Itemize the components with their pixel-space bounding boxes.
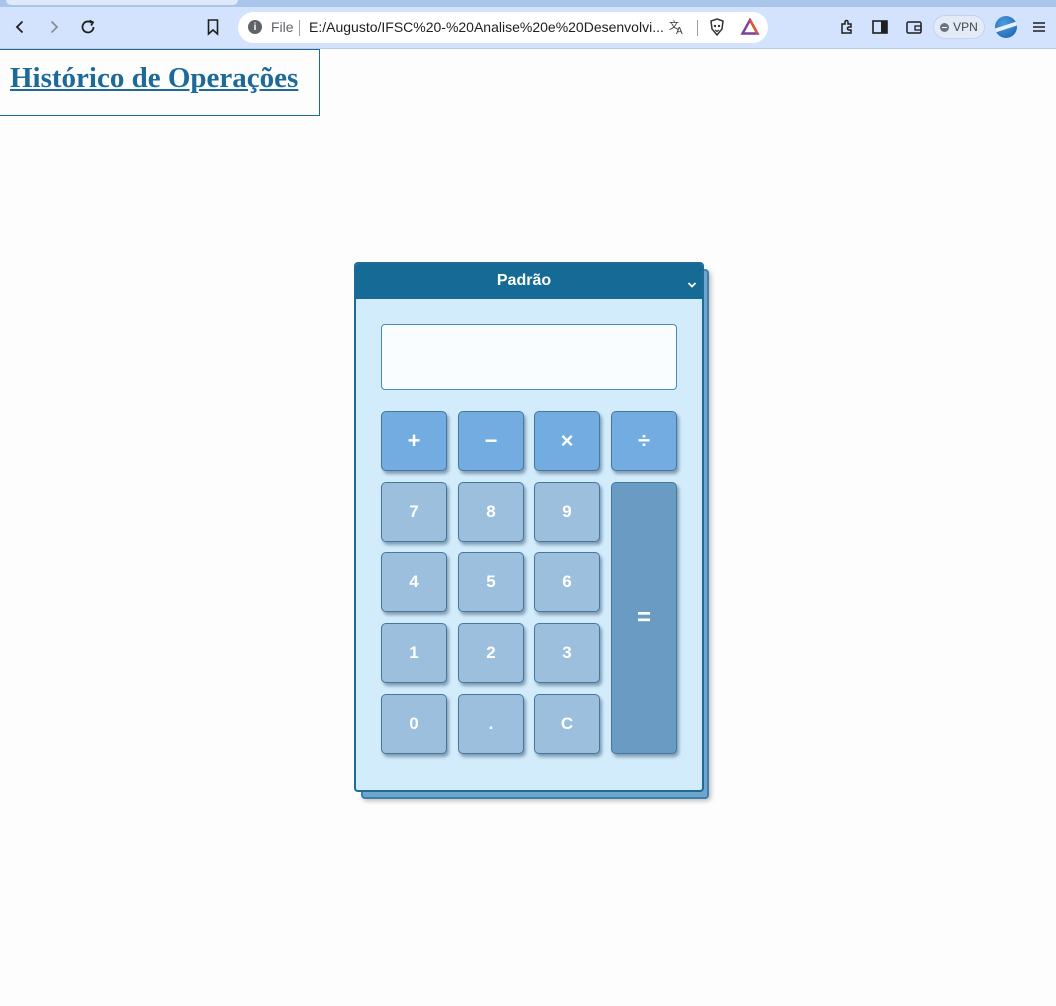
menu-icon[interactable] bbox=[1027, 15, 1051, 39]
svg-text:A: A bbox=[676, 26, 683, 36]
divide-button[interactable]: ÷ bbox=[611, 411, 677, 471]
history-link[interactable]: Histórico de Operações bbox=[10, 62, 298, 95]
address-scheme: File bbox=[271, 19, 294, 35]
digit-0-button[interactable]: 0 bbox=[381, 694, 447, 754]
vpn-status-icon bbox=[940, 22, 950, 32]
clear-button[interactable]: C bbox=[534, 694, 600, 754]
wallet-icon[interactable] bbox=[902, 15, 926, 39]
bookmark-icon[interactable] bbox=[201, 15, 225, 39]
digit-7-button[interactable]: 7 bbox=[381, 482, 447, 542]
brave-rewards-icon[interactable] bbox=[740, 17, 760, 42]
address-divider-2 bbox=[697, 20, 698, 36]
translate-icon[interactable]: 文A bbox=[668, 18, 686, 41]
forward-icon[interactable] bbox=[42, 15, 66, 39]
digit-8-button[interactable]: 8 bbox=[458, 482, 524, 542]
digit-1-button[interactable]: 1 bbox=[381, 623, 447, 683]
browser-tab[interactable] bbox=[6, 0, 238, 5]
chevron-down-icon[interactable] bbox=[687, 276, 697, 294]
digit-9-button[interactable]: 9 bbox=[534, 482, 600, 542]
back-icon[interactable] bbox=[8, 15, 32, 39]
subtract-button[interactable]: − bbox=[458, 411, 524, 471]
mode-label: Padrão bbox=[496, 272, 552, 289]
digit-4-button[interactable]: 4 bbox=[381, 552, 447, 612]
calculator-display[interactable] bbox=[381, 324, 677, 390]
vpn-button[interactable]: VPN bbox=[933, 15, 985, 39]
equals-button[interactable]: = bbox=[611, 482, 677, 754]
site-info-icon[interactable]: i bbox=[248, 20, 262, 34]
browser-tab-strip bbox=[0, 0, 1056, 7]
sidebar-icon[interactable] bbox=[868, 15, 892, 39]
address-bar[interactable]: i File E:/Augusto/IFSC%20-%20Analise%20e… bbox=[238, 12, 768, 43]
reload-icon[interactable] bbox=[76, 15, 100, 39]
calculator: Padrão + − × ÷ 7 8 9 4 5 6 1 2 3 0 . C = bbox=[354, 262, 704, 792]
extensions-icon[interactable] bbox=[835, 15, 859, 39]
mode-selector[interactable]: Padrão bbox=[356, 264, 702, 299]
address-divider bbox=[299, 20, 300, 36]
address-url[interactable]: E:/Augusto/IFSC%20-%20Analise%20e%20Dese… bbox=[309, 19, 664, 35]
multiply-button[interactable]: × bbox=[534, 411, 600, 471]
browser-toolbar: i File E:/Augusto/IFSC%20-%20Analise%20e… bbox=[0, 7, 1056, 49]
digit-3-button[interactable]: 3 bbox=[534, 623, 600, 683]
add-button[interactable]: + bbox=[381, 411, 447, 471]
digit-2-button[interactable]: 2 bbox=[458, 623, 524, 683]
digit-5-button[interactable]: 5 bbox=[458, 552, 524, 612]
history-container: Histórico de Operações bbox=[0, 49, 320, 116]
vpn-label: VPN bbox=[953, 20, 978, 34]
digit-6-button[interactable]: 6 bbox=[534, 552, 600, 612]
profile-avatar[interactable] bbox=[995, 16, 1017, 38]
brave-shields-icon[interactable] bbox=[707, 17, 727, 42]
decimal-button[interactable]: . bbox=[458, 694, 524, 754]
